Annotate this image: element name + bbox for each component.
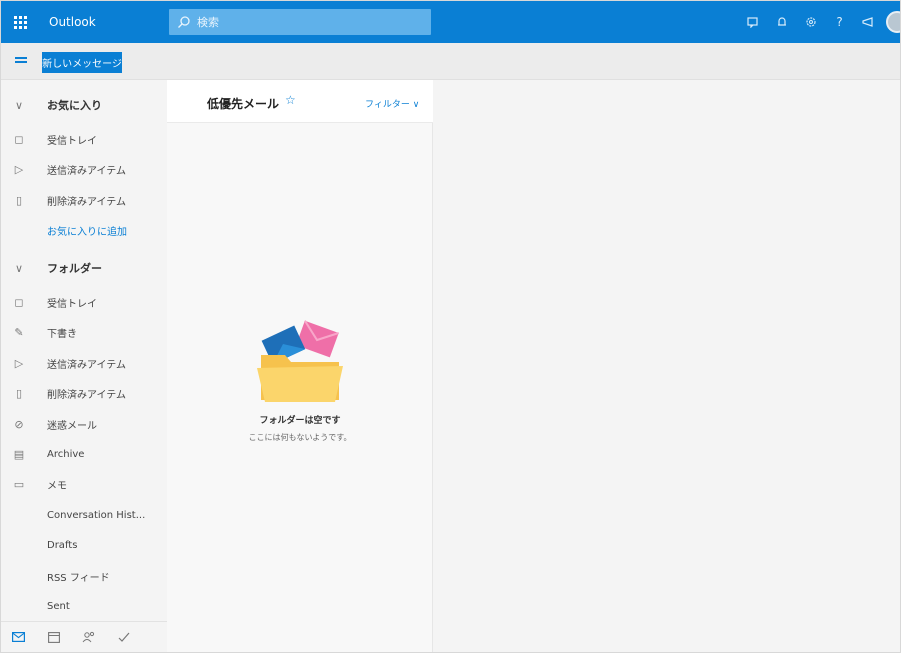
sidebar-item-inbox[interactable]: ◻ 受信トレイ xyxy=(1,287,167,317)
folder-sidebar: ∨ お気に入り ◻ 受信トレイ ▷ 送信済みアイテム ▯ 削除済みアイテム お気… xyxy=(1,80,167,652)
message-list: 低優先メール ☆ フィルター ∨ フォルダーは空です ここには何もないようです。 xyxy=(167,80,433,652)
trash-icon: ▯ xyxy=(15,193,23,207)
message-list-header: 低優先メール ☆ フィルター ∨ xyxy=(167,80,433,123)
hamburger-icon[interactable] xyxy=(15,57,27,65)
bell-icon[interactable] xyxy=(767,1,796,43)
sidebar-item-junk[interactable]: ⊘ 迷惑メール xyxy=(1,409,167,439)
empty-state-title: フォルダーは空です xyxy=(259,416,341,426)
reading-pane xyxy=(433,80,900,652)
filter-dropdown[interactable]: フィルター ∨ xyxy=(365,97,419,110)
new-message-button[interactable]: 新しいメッセージ xyxy=(42,52,122,73)
command-bar: 新しいメッセージ xyxy=(1,43,900,80)
sidebar-item-sent-jp[interactable]: ▷ 送信済みアイテム xyxy=(1,348,167,378)
send-icon: ▷ xyxy=(14,356,24,370)
sidebar-item-notes[interactable]: ▭ メモ xyxy=(1,469,167,499)
empty-folder-illustration-icon xyxy=(257,320,343,402)
empty-state-subtitle: ここには何もないようです。 xyxy=(248,433,352,442)
inbox-icon: ◻ xyxy=(14,132,24,146)
sidebar-item-fav-inbox[interactable]: ◻ 受信トレイ xyxy=(1,124,167,154)
chevron-down-icon: ∨ xyxy=(14,261,24,275)
waffle-icon[interactable] xyxy=(1,1,39,43)
chevron-down-icon: ∨ xyxy=(409,100,420,110)
block-icon: ⊘ xyxy=(14,417,24,431)
focused-tab[interactable]: 低優先メール xyxy=(207,95,279,112)
sidebar-item-drafts[interactable]: Drafts xyxy=(1,530,167,560)
help-icon[interactable]: ? xyxy=(825,1,854,43)
note-icon: ▭ xyxy=(13,477,25,491)
sidebar-item-fav-deleted[interactable]: ▯ 削除済みアイテム xyxy=(1,185,167,215)
top-bar: Outlook 検索 ? xyxy=(1,1,900,43)
sidebar-item-rss[interactable]: RSS フィード xyxy=(1,561,167,591)
avatar[interactable] xyxy=(886,11,900,33)
feedback-icon[interactable] xyxy=(854,1,883,43)
app-title[interactable]: Outlook xyxy=(49,15,166,29)
outlook-window: Outlook 検索 ? 新しいメッセージ ∨ お気に入り ◻ 受信トレイ ▷ … xyxy=(0,0,901,653)
sidebar-item-archive[interactable]: ▤ Archive xyxy=(1,439,167,469)
sidebar-item-fav-sent[interactable]: ▷ 送信済みアイテム xyxy=(1,154,167,184)
search-input[interactable]: 検索 xyxy=(169,9,431,35)
sidebar-item-drafts-jp[interactable]: ✎ 下書き xyxy=(1,317,167,347)
inbox-icon: ◻ xyxy=(14,295,24,309)
trash-icon: ▯ xyxy=(15,386,23,400)
search-icon xyxy=(178,16,190,28)
archive-icon: ▤ xyxy=(13,447,25,461)
people-icon[interactable] xyxy=(71,631,106,646)
pencil-icon: ✎ xyxy=(14,325,24,339)
skype-icon[interactable] xyxy=(738,1,767,43)
sidebar-item-conversation-history[interactable]: Conversation Hist... xyxy=(1,500,167,530)
star-icon[interactable]: ☆ xyxy=(285,93,296,107)
gear-icon[interactable] xyxy=(796,1,825,43)
sidebar-item-deleted[interactable]: ▯ 削除済みアイテム xyxy=(1,378,167,408)
filter-label: フィルター xyxy=(365,100,410,110)
folders-header[interactable]: ∨ フォルダー xyxy=(1,253,167,283)
add-favorite-link[interactable]: お気に入りに追加 xyxy=(1,215,167,245)
sidebar-item-sent[interactable]: Sent xyxy=(1,591,167,621)
send-icon: ▷ xyxy=(14,162,24,176)
calendar-icon[interactable] xyxy=(36,631,71,646)
favorites-header[interactable]: ∨ お気に入り xyxy=(1,90,167,120)
search-placeholder: 検索 xyxy=(197,16,219,29)
module-switcher xyxy=(1,621,167,652)
tasks-icon[interactable] xyxy=(106,631,141,646)
mail-icon[interactable] xyxy=(1,631,36,645)
chevron-down-icon: ∨ xyxy=(14,98,24,112)
